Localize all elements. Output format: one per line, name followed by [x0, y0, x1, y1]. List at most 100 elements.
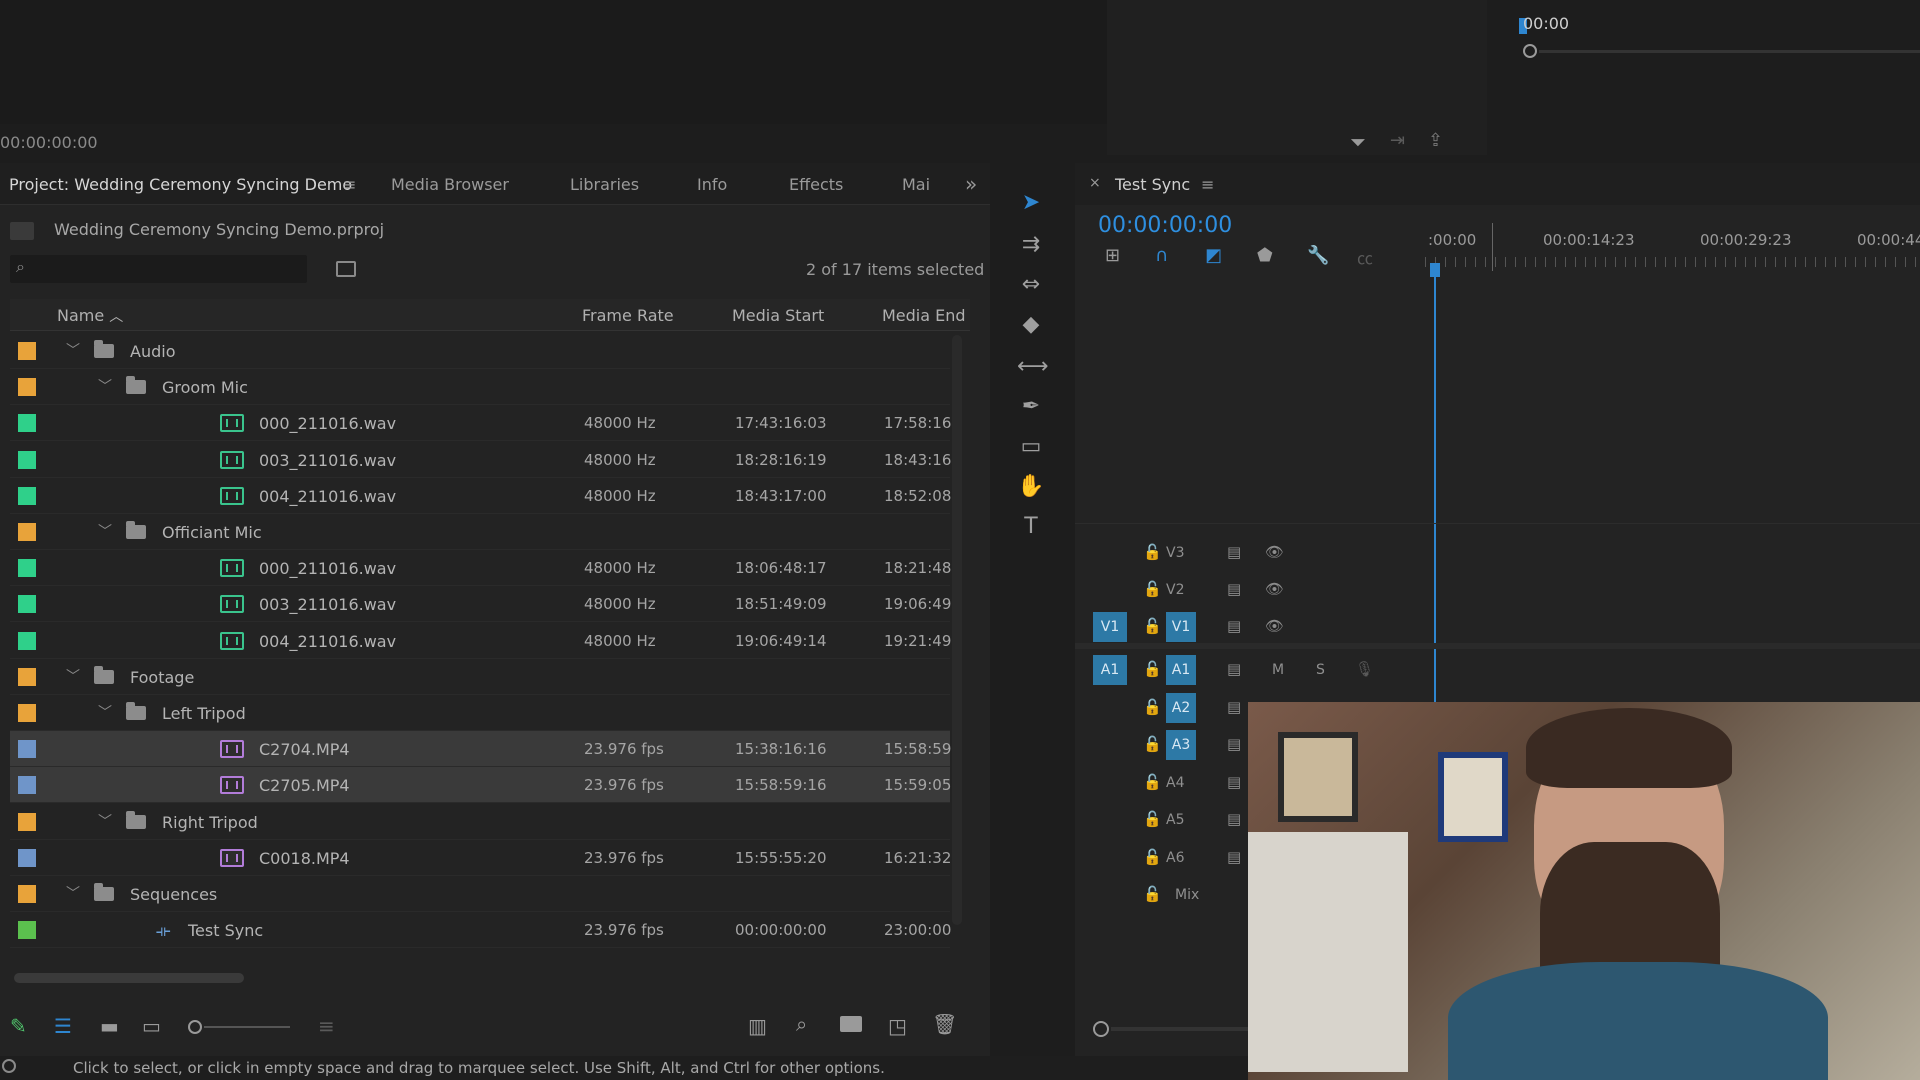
scrub-bar[interactable] — [1539, 50, 1920, 53]
list-view-icon[interactable]: ☰ — [54, 1014, 72, 1038]
tab-effects[interactable]: Effects — [789, 175, 843, 194]
track-label-a4[interactable]: A4 — [1166, 775, 1184, 791]
export-icon[interactable]: ⇪ — [1428, 130, 1443, 151]
timeline-zoom-handle[interactable] — [1093, 1021, 1109, 1037]
automate-to-sequence-icon[interactable]: ▥ — [748, 1014, 767, 1038]
track-label-a6[interactable]: A6 — [1166, 850, 1184, 866]
new-search-bin-icon[interactable] — [336, 261, 356, 277]
source-patch-a1[interactable]: A1 — [1093, 655, 1127, 685]
label-color-swatch[interactable] — [18, 559, 36, 578]
eye-icon[interactable]: 👁 — [1265, 543, 1284, 561]
chevron-down-icon[interactable]: ﹀ — [66, 883, 80, 903]
hand-tool-icon[interactable]: ✋ — [1017, 474, 1045, 502]
lock-icon[interactable]: 🔓 — [1143, 810, 1162, 828]
clip-row[interactable]: 003_211016.wav 48000 Hz 18:28:16:19 18:43:1… — [10, 442, 951, 478]
zoom-slider-track[interactable] — [204, 1026, 290, 1028]
razor-tool-icon[interactable]: ◆ — [1017, 312, 1045, 340]
bin-row[interactable]: ﹀ Left Tripod — [10, 695, 950, 731]
ripple-edit-tool-icon[interactable]: ⇔ — [1017, 272, 1045, 300]
sync-lock-icon[interactable]: ▤ — [1227, 617, 1241, 635]
clip-row[interactable]: 000_211016.wav 48000 Hz 18:06:48:17 18:21:4… — [10, 550, 951, 587]
more-tabs-icon[interactable]: » — [965, 172, 977, 196]
pencil-icon[interactable]: ✎ — [10, 1014, 27, 1038]
zoom-slider-handle[interactable] — [188, 1020, 202, 1034]
close-icon[interactable]: × — [1089, 175, 1101, 191]
sync-lock-icon[interactable]: ▤ — [1227, 698, 1241, 716]
label-color-swatch[interactable] — [18, 486, 36, 505]
label-color-swatch[interactable] — [18, 523, 36, 541]
label-color-swatch[interactable] — [18, 631, 36, 650]
chevron-down-icon[interactable]: ﹀ — [98, 702, 112, 722]
chevron-down-icon[interactable]: ﹀ — [66, 666, 80, 686]
eye-icon[interactable]: 👁 — [1265, 617, 1284, 635]
label-color-swatch[interactable] — [18, 776, 36, 795]
rectangle-tool-icon[interactable]: ▭ — [1017, 434, 1045, 462]
pen-tool-icon[interactable]: ✒ — [1017, 394, 1045, 422]
clip-row[interactable]: C2705.MP4 23.976 fps 15:58:59:16 15:59:05 — [10, 767, 951, 804]
label-color-swatch[interactable] — [18, 450, 36, 469]
label-color-swatch[interactable] — [18, 667, 36, 686]
new-bin-icon[interactable] — [840, 1016, 862, 1032]
tab-info[interactable]: Info — [697, 175, 727, 194]
type-tool-icon[interactable]: T — [1017, 514, 1045, 542]
bin-row[interactable]: ﹀ Sequences — [10, 876, 950, 912]
search-input[interactable]: ⌕ — [10, 255, 307, 283]
linked-selection-icon[interactable]: ◩ — [1205, 245, 1222, 266]
clip-row[interactable]: C0018.MP4 23.976 fps 15:55:55:20 16:21:32 — [10, 840, 951, 876]
clip-row[interactable]: ⟛ Test Sync 23.976 fps 00:00:00:00 23:00:00 — [10, 912, 951, 949]
clip-row[interactable]: 004_211016.wav 48000 Hz 18:43:17:00 18:52:0… — [10, 478, 951, 514]
lock-icon[interactable]: 🔓 — [1143, 885, 1162, 903]
freeform-view-icon[interactable]: ▭ — [142, 1014, 161, 1038]
tab-libraries[interactable]: Libraries — [570, 175, 639, 194]
lock-icon[interactable]: 🔓 — [1143, 660, 1162, 678]
chevron-down-icon[interactable]: ﹀ — [98, 811, 112, 831]
solo-button[interactable]: S — [1316, 662, 1325, 678]
source-patch-v1[interactable]: V1 — [1093, 612, 1127, 642]
label-color-swatch[interactable] — [18, 704, 36, 722]
label-color-swatch[interactable] — [18, 885, 36, 903]
track-label-a2[interactable]: A2 — [1166, 692, 1196, 723]
filter-icon[interactable]: ⏷ — [1350, 130, 1366, 154]
time-ruler[interactable]: :00:00 00:00:14:23 00:00:29:23 00:00:44 — [1425, 223, 1920, 271]
clip-row[interactable]: 003_211016.wav 48000 Hz 18:51:49:09 19:06:4… — [10, 586, 951, 623]
column-media-end[interactable]: Media End — [882, 306, 966, 325]
bin-row[interactable]: ﹀ Footage — [10, 659, 950, 695]
clip-row[interactable]: C2704.MP4 23.976 fps 15:38:16:16 15:58:59 — [10, 731, 951, 768]
sync-lock-icon[interactable]: ▤ — [1227, 580, 1241, 598]
nest-icon[interactable]: ⊞ — [1105, 245, 1120, 266]
new-item-icon[interactable]: ◳ — [888, 1014, 907, 1038]
label-color-swatch[interactable] — [18, 921, 36, 940]
insert-icon[interactable]: ⇥ — [1390, 130, 1405, 151]
voiceover-mic-icon[interactable]: 🎙 — [1355, 660, 1374, 678]
mute-button[interactable]: M — [1272, 662, 1284, 678]
track-label-a3[interactable]: A3 — [1166, 730, 1196, 760]
scrub-handle[interactable] — [1523, 44, 1537, 58]
clip-row[interactable]: 000_211016.wav 48000 Hz 17:43:16:03 17:58:1… — [10, 405, 951, 442]
captions-icon[interactable]: ㏄ — [1357, 245, 1373, 269]
lock-icon[interactable]: 🔓 — [1143, 580, 1162, 598]
column-name[interactable]: Name ︿ — [57, 306, 123, 326]
bin-row[interactable]: ﹀ Groom Mic — [10, 369, 950, 406]
sync-lock-icon[interactable]: ▤ — [1227, 810, 1241, 828]
sort-icon[interactable]: ≡ — [318, 1014, 335, 1038]
bin-row[interactable]: ﹀ Audio — [10, 333, 950, 369]
column-media-start[interactable]: Media Start — [732, 306, 824, 325]
track-label-a1[interactable]: A1 — [1166, 655, 1196, 685]
label-color-swatch[interactable] — [18, 378, 36, 397]
sync-lock-icon[interactable]: ▤ — [1227, 660, 1241, 678]
label-color-swatch[interactable] — [18, 740, 36, 759]
label-color-swatch[interactable] — [18, 848, 36, 867]
timeline-timecode[interactable]: 00:00:00:00 — [1098, 213, 1232, 238]
track-label-v3[interactable]: V3 — [1166, 545, 1184, 561]
label-color-swatch[interactable] — [18, 342, 36, 360]
lock-icon[interactable]: 🔓 — [1143, 848, 1162, 866]
lock-icon[interactable]: 🔓 — [1143, 735, 1162, 753]
lock-icon[interactable]: 🔓 — [1143, 543, 1162, 561]
find-icon[interactable]: ⌕ — [796, 1012, 807, 1036]
sequence-menu-icon[interactable]: ≡ — [1201, 175, 1214, 194]
tab-markers[interactable]: Mai — [902, 175, 930, 194]
add-marker-icon[interactable]: ⬟ — [1257, 245, 1273, 266]
track-label-v2[interactable]: V2 — [1166, 582, 1184, 598]
lock-icon[interactable]: 🔓 — [1143, 617, 1162, 635]
chevron-down-icon[interactable]: ﹀ — [98, 376, 112, 396]
